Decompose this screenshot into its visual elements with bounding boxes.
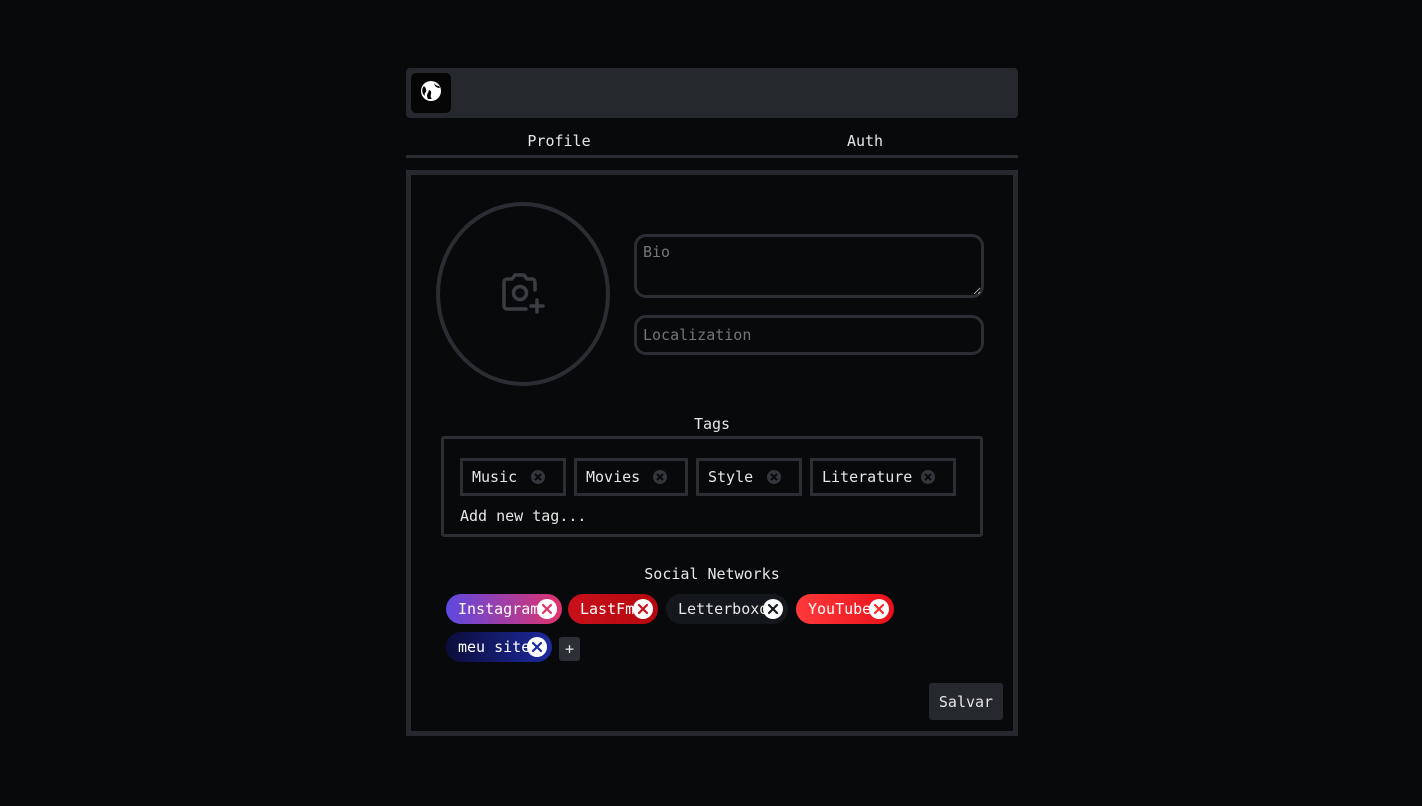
save-button[interactable]: Salvar [929,683,1003,720]
profile-editor: Profile Auth Tags Music Mov [406,68,1018,736]
remove-social-icon[interactable] [763,599,783,619]
remove-tag-icon[interactable] [652,469,668,485]
social-chip-meu-site[interactable]: meu site [446,632,552,662]
tag-label: Style [708,468,754,486]
tag-label: Movies [586,468,641,486]
avatar-upload[interactable] [436,202,610,386]
remove-tag-icon[interactable] [920,469,936,485]
social-chip-instagram[interactable]: Instagram [446,594,562,624]
tag-item: Literature [810,458,956,496]
social-chip-label: LastFm [580,600,635,618]
tags-box: Music Movies Style Literature Add new ta… [441,436,983,537]
tag-label: Literature [822,468,913,486]
camera-add-icon [499,268,547,320]
tab-profile[interactable]: Profile [406,118,712,155]
add-social-button[interactable]: + [559,637,580,661]
remove-social-icon[interactable] [537,599,557,619]
tag-label: Music [472,468,518,486]
tag-item: Style [696,458,802,496]
remove-tag-icon[interactable] [530,469,546,485]
social-chip-letterboxd[interactable]: Letterboxd [666,594,788,624]
remove-social-icon[interactable] [633,599,653,619]
social-chip-label: Instagram [458,600,540,618]
remove-social-icon[interactable] [527,637,547,657]
social-chip-lastfm[interactable]: LastFm [568,594,658,624]
globe-icon [420,80,442,106]
tag-item: Music [460,458,566,496]
add-tag-input[interactable]: Add new tag... [460,507,586,525]
tab-bar: Profile Auth [406,118,1018,158]
social-chip-label: Letterboxd [678,600,769,618]
tags-title: Tags [693,415,731,433]
tag-item: Movies [574,458,688,496]
social-chip-label: YouTube [808,600,872,618]
top-bar [406,68,1018,118]
remove-tag-icon[interactable] [766,469,782,485]
localization-field[interactable] [634,315,984,355]
bio-field[interactable] [634,234,984,298]
social-networks-title: Social Networks [644,565,780,583]
remove-social-icon[interactable] [869,599,889,619]
social-chip-label: meu site [458,638,531,656]
logo-button[interactable] [411,73,451,113]
profile-panel: Tags Music Movies Style Lit [406,170,1018,736]
social-chip-youtube[interactable]: YouTube [796,594,894,624]
tab-auth[interactable]: Auth [712,118,1018,155]
